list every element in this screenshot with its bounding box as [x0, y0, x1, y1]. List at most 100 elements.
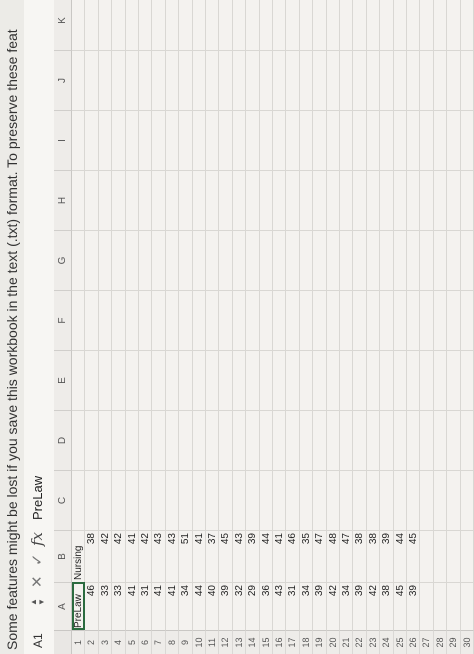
grid-cell[interactable]: [165, 470, 180, 530]
grid-cell[interactable]: [353, 290, 367, 350]
grid-cell[interactable]: [340, 470, 354, 530]
grid-cell[interactable]: [139, 170, 153, 230]
grid-cell[interactable]: [206, 350, 220, 410]
grid-cell[interactable]: [366, 410, 381, 470]
grid-cell[interactable]: [206, 290, 220, 350]
cell-b11[interactable]: 37: [206, 530, 220, 582]
grid-cell[interactable]: [433, 50, 448, 110]
grid-cell[interactable]: [219, 350, 233, 410]
grid-cell[interactable]: [192, 230, 206, 290]
cell-a22[interactable]: 39: [353, 582, 367, 630]
grid-cell[interactable]: [112, 410, 126, 470]
grid-cell[interactable]: [420, 110, 434, 170]
row-header[interactable]: 7: [152, 630, 166, 654]
cell-b23[interactable]: 38: [366, 530, 381, 582]
grid-cell[interactable]: [286, 110, 300, 170]
cell-a2[interactable]: 46: [85, 582, 99, 630]
grid-cell[interactable]: [433, 230, 448, 290]
grid-cell[interactable]: [98, 290, 113, 350]
cell-a1[interactable]: PreLaw: [72, 582, 86, 630]
grid-cell[interactable]: [299, 110, 314, 170]
grid-cell[interactable]: [407, 50, 421, 110]
grid-cell[interactable]: [286, 290, 300, 350]
grid-cell[interactable]: [407, 290, 421, 350]
grid-cell[interactable]: [125, 50, 139, 110]
grid-cell[interactable]: [232, 110, 247, 170]
grid-cell[interactable]: [112, 50, 126, 110]
grid-cell[interactable]: [98, 350, 113, 410]
cell-b18[interactable]: 35: [299, 530, 314, 582]
insert-function-icon[interactable]: fx: [28, 532, 46, 546]
grid-cell[interactable]: [407, 0, 421, 50]
grid-cell[interactable]: [152, 290, 166, 350]
grid-cell[interactable]: [246, 230, 260, 290]
grid-cell[interactable]: [85, 50, 99, 110]
grid-cell[interactable]: [286, 50, 300, 110]
grid-cell[interactable]: [380, 410, 394, 470]
column-header-g[interactable]: G: [54, 230, 72, 290]
grid-cell[interactable]: [299, 410, 314, 470]
grid-cell[interactable]: [232, 290, 247, 350]
grid-cell[interactable]: [219, 470, 233, 530]
grid-cell[interactable]: [179, 290, 193, 350]
grid-cell[interactable]: [326, 50, 340, 110]
grid-cell[interactable]: [299, 470, 314, 530]
grid-cell[interactable]: [366, 350, 381, 410]
grid-cell[interactable]: [125, 470, 139, 530]
grid-cell[interactable]: [246, 410, 260, 470]
grid-cell[interactable]: [393, 410, 407, 470]
cell-b21[interactable]: 47: [340, 530, 354, 582]
grid-cell[interactable]: [340, 350, 354, 410]
grid-cell[interactable]: [246, 470, 260, 530]
grid-cell[interactable]: [85, 290, 99, 350]
cell-b22[interactable]: 38: [353, 530, 367, 582]
grid-cell[interactable]: [313, 350, 327, 410]
grid-cell[interactable]: [259, 410, 273, 470]
grid-cell[interactable]: [366, 290, 381, 350]
cell-b12[interactable]: 45: [219, 530, 233, 582]
grid-cell[interactable]: [232, 0, 247, 50]
grid-cell[interactable]: [286, 470, 300, 530]
grid-cell[interactable]: [219, 230, 233, 290]
grid-cell[interactable]: [326, 0, 340, 50]
cell-a18[interactable]: 34: [299, 582, 314, 630]
grid-cell[interactable]: [246, 290, 260, 350]
grid-cell[interactable]: [192, 170, 206, 230]
grid-cell[interactable]: [72, 50, 86, 110]
cell-a7[interactable]: 41: [152, 582, 166, 630]
grid-cell[interactable]: [98, 470, 113, 530]
grid-cell[interactable]: [326, 230, 340, 290]
grid-cell[interactable]: [353, 350, 367, 410]
grid-cell[interactable]: [299, 290, 314, 350]
grid-cell[interactable]: [447, 50, 461, 110]
cell-a29[interactable]: [447, 582, 461, 630]
grid-cell[interactable]: [139, 410, 153, 470]
row-header[interactable]: 16: [273, 630, 287, 654]
grid-cell[interactable]: [273, 470, 287, 530]
grid-cell[interactable]: [433, 350, 448, 410]
grid-cell[interactable]: [393, 230, 407, 290]
grid-cell[interactable]: [192, 410, 206, 470]
row-header[interactable]: 15: [259, 630, 273, 654]
grid-cell[interactable]: [393, 110, 407, 170]
grid-cell[interactable]: [273, 290, 287, 350]
grid-cell[interactable]: [259, 230, 273, 290]
grid-cell[interactable]: [273, 0, 287, 50]
cell-a3[interactable]: 33: [98, 582, 113, 630]
cell-b3[interactable]: 42: [98, 530, 113, 582]
grid-cell[interactable]: [125, 110, 139, 170]
enter-check-icon[interactable]: ✓: [28, 553, 46, 566]
grid-cell[interactable]: [326, 350, 340, 410]
grid-cell[interactable]: [139, 110, 153, 170]
grid-cell[interactable]: [85, 230, 99, 290]
grid-cell[interactable]: [85, 110, 99, 170]
grid-cell[interactable]: [420, 0, 434, 50]
grid-cell[interactable]: [165, 110, 180, 170]
cell-b29[interactable]: [447, 530, 461, 582]
grid-cell[interactable]: [273, 410, 287, 470]
grid-cell[interactable]: [85, 410, 99, 470]
grid-cell[interactable]: [192, 350, 206, 410]
grid-cell[interactable]: [393, 0, 407, 50]
grid-cell[interactable]: [206, 470, 220, 530]
grid-cell[interactable]: [420, 50, 434, 110]
